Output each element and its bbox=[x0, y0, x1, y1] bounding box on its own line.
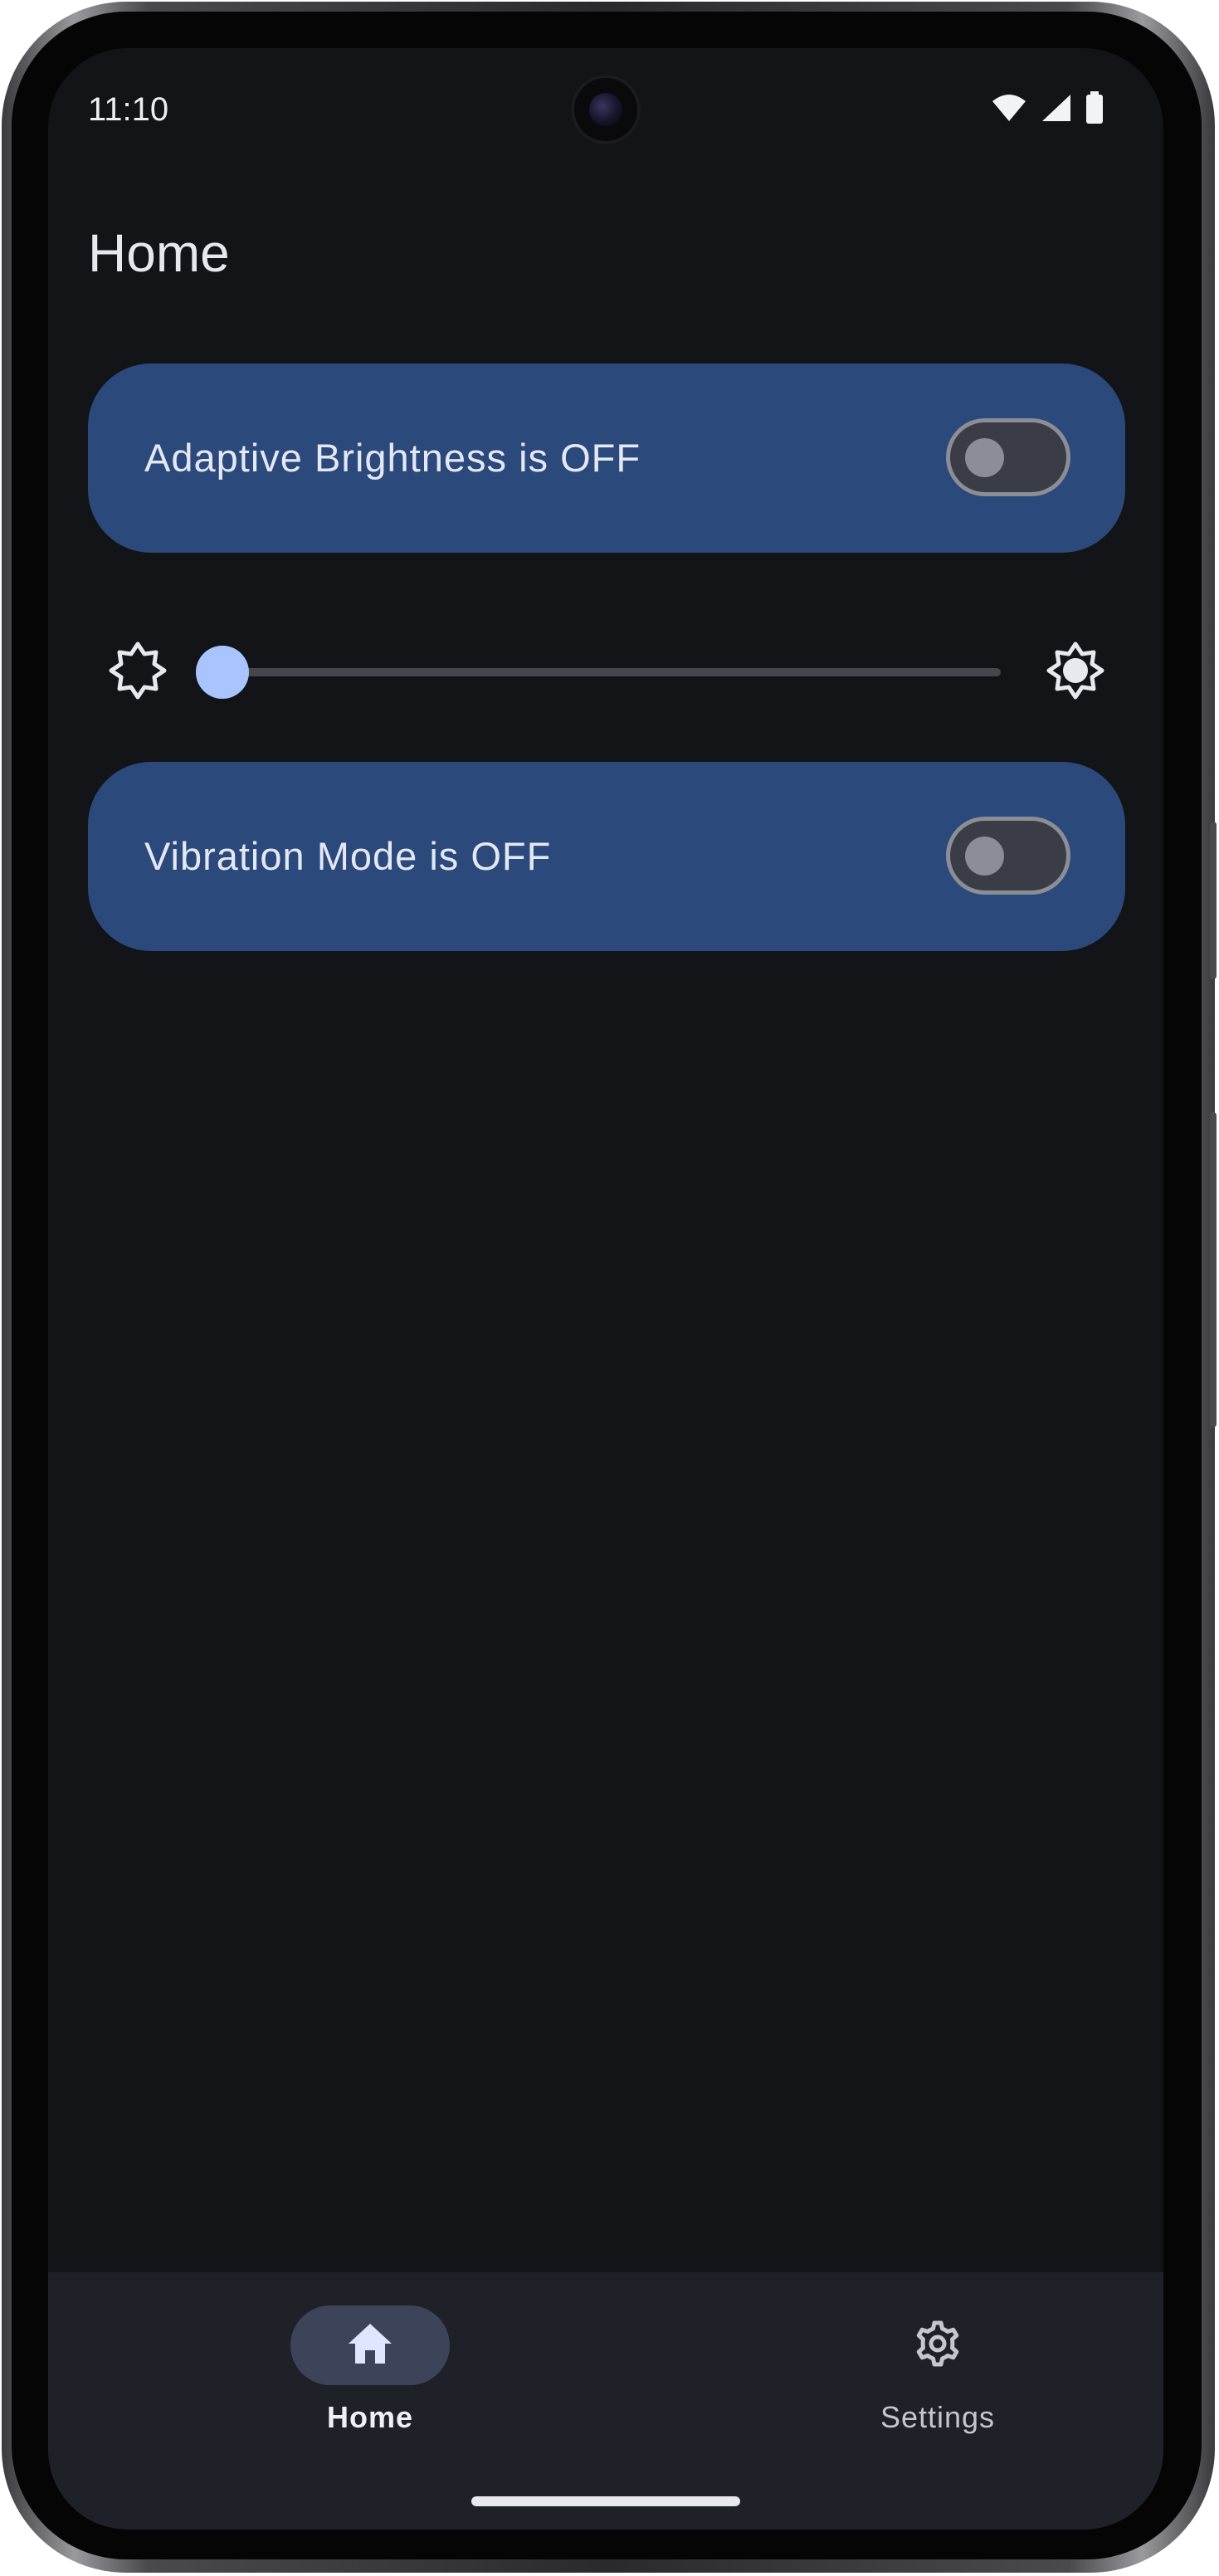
brightness-high-icon bbox=[1042, 637, 1109, 708]
nav-item-home[interactable]: Home bbox=[204, 2272, 536, 2488]
volume-button bbox=[1210, 1112, 1217, 1427]
screen: 11:10 Home Adaptive Brightness is OFF Vi… bbox=[48, 48, 1163, 2530]
vibration-mode-toggle[interactable] bbox=[946, 817, 1070, 895]
vibration-mode-label: Vibration Mode is OFF bbox=[144, 834, 552, 878]
brightness-low-icon bbox=[105, 637, 171, 708]
wifi-icon bbox=[991, 93, 1027, 123]
home-indicator[interactable] bbox=[471, 2496, 740, 2506]
adaptive-brightness-card[interactable]: Adaptive Brightness is OFF bbox=[88, 363, 1125, 553]
status-time: 11:10 bbox=[88, 91, 169, 128]
status-icons bbox=[991, 91, 1104, 124]
home-icon bbox=[347, 2320, 393, 2371]
bottom-navigation: Home Settings bbox=[48, 2272, 1163, 2530]
brightness-slider-track[interactable] bbox=[221, 668, 1001, 676]
nav-item-settings[interactable]: Settings bbox=[772, 2272, 1104, 2488]
battery-icon bbox=[1085, 91, 1104, 124]
front-camera bbox=[571, 75, 641, 144]
power-button bbox=[1210, 822, 1217, 979]
nav-label-settings: Settings bbox=[880, 2400, 996, 2434]
gear-icon bbox=[914, 2320, 961, 2371]
toggle-knob bbox=[965, 438, 1004, 477]
nav-label-home: Home bbox=[326, 2400, 414, 2434]
adaptive-brightness-label: Adaptive Brightness is OFF bbox=[144, 436, 641, 480]
signal-icon bbox=[1041, 93, 1072, 123]
adaptive-brightness-toggle[interactable] bbox=[946, 418, 1070, 496]
toggle-knob bbox=[965, 837, 1004, 876]
brightness-slider-thumb[interactable] bbox=[196, 646, 249, 699]
page-title: Home bbox=[88, 223, 230, 283]
vibration-mode-card[interactable]: Vibration Mode is OFF bbox=[88, 762, 1125, 951]
brightness-slider-row bbox=[88, 612, 1125, 729]
